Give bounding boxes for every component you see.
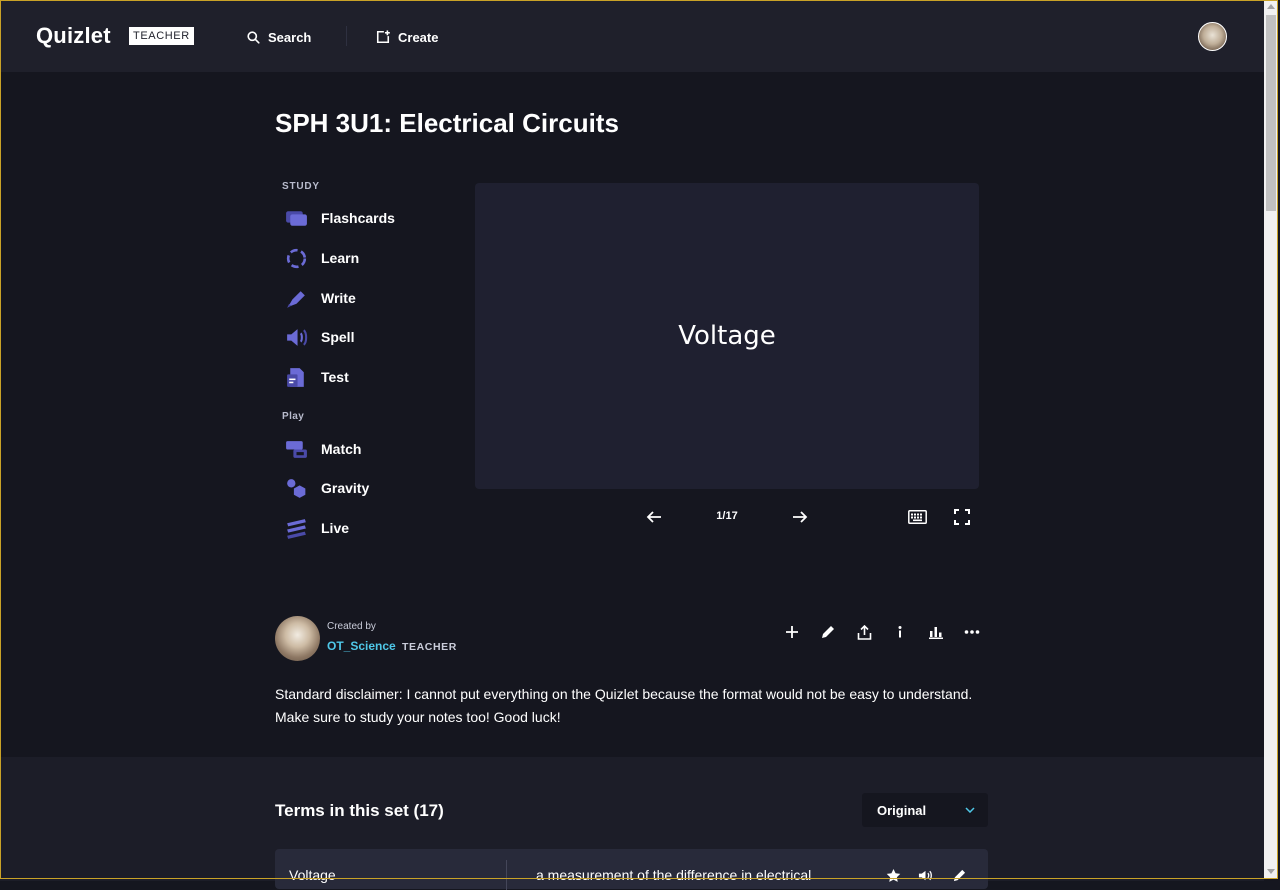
creator-username-link[interactable]: OT_Science [327,639,396,653]
mode-label: Learn [321,250,360,266]
fullscreen-button[interactable] [952,507,972,527]
search-icon [247,30,260,44]
flashcard-term: Voltage [678,321,776,351]
mode-gravity[interactable]: Gravity [284,475,369,501]
created-by-label: Created by [327,621,376,632]
mode-label: Gravity [321,480,370,496]
live-icon [287,518,306,539]
keyboard-icon [907,510,927,524]
star-term-button[interactable] [884,866,902,884]
write-icon [287,290,305,308]
share-icon [857,624,871,640]
user-avatar[interactable] [1198,22,1227,51]
match-icon [286,440,307,458]
mode-live[interactable]: Live [284,515,349,541]
mode-learn[interactable]: Learn [284,245,359,271]
test-icon [287,367,304,387]
learn-icon [286,248,307,268]
chevron-down-icon [965,807,975,813]
search-button[interactable]: Search [247,27,311,47]
star-icon [886,868,900,882]
arrow-left-icon [646,511,661,523]
scroll-up-arrow-icon[interactable] [1267,4,1275,9]
fullscreen-icon [954,509,970,525]
create-button[interactable]: Create [376,27,438,47]
progress-button[interactable] [926,622,946,642]
more-options-button[interactable] [962,622,982,642]
mode-label: Test [321,369,349,385]
mode-test[interactable]: Test [284,364,349,390]
info-button[interactable] [890,622,910,642]
arrow-right-icon [793,511,808,523]
add-to-folder-button[interactable] [782,622,802,642]
nav-divider [346,26,347,46]
mode-label: Match [321,441,362,457]
search-label: Search [268,29,312,45]
create-label: Create [398,29,439,45]
pencil-icon [822,626,834,638]
mode-label: Flashcards [321,210,395,226]
play-section-label: Play [282,411,305,422]
speaker-icon [918,870,932,880]
flashcards-icon [286,210,307,226]
quizlet-logo[interactable]: Quizlet [36,23,111,49]
set-description: Standard disclaimer: I cannot put everyt… [275,686,973,725]
scroll-down-arrow-icon[interactable] [1267,869,1275,874]
next-card-button[interactable] [790,507,810,527]
mode-label: Live [321,520,350,536]
more-icon [964,630,980,634]
mode-label: Write [321,290,356,306]
sort-dropdown[interactable]: Original [862,793,988,827]
edit-term-button[interactable] [950,866,968,884]
create-icon [376,30,390,44]
mode-match[interactable]: Match [284,436,361,462]
creator-avatar[interactable] [275,616,320,661]
sort-dropdown-value: Original [877,802,927,818]
keyboard-shortcuts-button[interactable] [906,507,928,527]
mode-label: Spell [321,329,355,345]
flashcard[interactable]: Voltage [475,183,979,489]
set-title: SPH 3U1: Electrical Circuits [275,108,619,138]
top-navigation-bar: Quizlet TEACHER Search Create [0,0,1264,72]
teacher-badge: TEACHER [129,27,194,45]
study-section-label: STUDY [282,181,320,192]
gravity-icon [287,478,306,498]
pencil-icon [953,869,965,881]
mode-flashcards[interactable]: Flashcards [284,205,395,231]
creator-role-badge: TEACHER [402,641,457,653]
info-icon [898,626,902,638]
scrollbar-thumb[interactable] [1266,15,1276,211]
previous-card-button[interactable] [644,507,664,527]
bar-chart-icon [929,627,943,639]
edit-set-button[interactable] [818,622,838,642]
play-audio-button[interactable] [916,866,934,884]
plus-icon [786,626,798,638]
spell-icon [287,328,308,346]
terms-heading: Terms in this set (17) [275,801,444,820]
mode-write[interactable]: Write [284,285,356,311]
card-counter: 1/17 [716,510,738,522]
mode-spell[interactable]: Spell [284,324,354,350]
term-divider [506,860,507,890]
share-button[interactable] [854,622,874,642]
